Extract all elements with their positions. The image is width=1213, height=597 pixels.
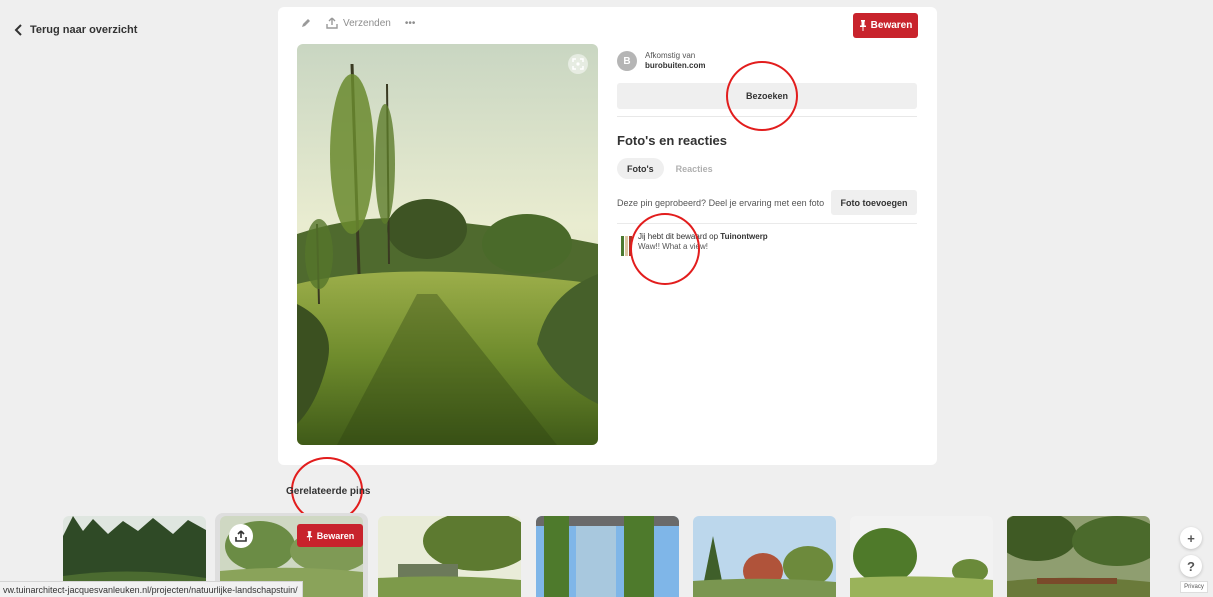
- back-to-overview-link[interactable]: Terug naar overzicht: [14, 24, 137, 36]
- pencil-icon: [302, 19, 310, 27]
- more-options-button[interactable]: •••: [405, 18, 416, 29]
- related-pin[interactable]: [536, 516, 679, 597]
- tab-photos[interactable]: Foto's: [617, 158, 664, 179]
- saved-prefix: Jij hebt dit bewaard op: [638, 232, 719, 241]
- add-photo-button[interactable]: Foto toevoegen: [831, 190, 917, 215]
- related-pin[interactable]: [1007, 516, 1150, 597]
- related-save-label: Bewaren: [316, 530, 355, 541]
- visual-search-button[interactable]: [568, 54, 588, 74]
- pin-note: Waw!! What a view!: [638, 242, 708, 251]
- related-pin[interactable]: [378, 516, 521, 597]
- related-pin[interactable]: [850, 516, 993, 597]
- woodland-garden-photo: [1007, 516, 1150, 597]
- border-garden-photo: [693, 516, 836, 597]
- send-label: Verzenden: [343, 17, 391, 29]
- board-thumbnail[interactable]: [621, 236, 632, 256]
- try-prompt: Deze pin geprobeerd? Deel je ervaring me…: [617, 198, 825, 208]
- activity-text: Jij hebt dit bewaard op Tuinontwerp Waw!…: [638, 232, 768, 256]
- pin-image[interactable]: [297, 44, 598, 445]
- photos-tabs: Foto's Reacties: [617, 158, 723, 179]
- status-bar-url: vw.tuinarchitect-jacquesvanleuken.nl/pro…: [0, 581, 303, 597]
- pin-icon: [859, 20, 866, 31]
- garden-photo: [297, 44, 598, 445]
- upload-icon: [235, 530, 247, 542]
- source-text: Afkomstig van burobuiten.com: [645, 51, 705, 71]
- edit-button[interactable]: [300, 17, 312, 29]
- send-button[interactable]: Verzenden: [326, 17, 391, 29]
- photos-section-title: Foto's en reacties: [617, 133, 728, 148]
- related-pins-title: Gerelateerde pins: [286, 486, 371, 497]
- back-link-label: Terug naar overzicht: [30, 24, 138, 36]
- saved-activity: Jij hebt dit bewaard op Tuinontwerp Waw!…: [621, 232, 768, 256]
- pergola-photo: [536, 516, 679, 597]
- source-info[interactable]: B Afkomstig van burobuiten.com: [617, 51, 705, 71]
- divider: [617, 116, 917, 117]
- pin-toolbar: Verzenden •••: [300, 17, 415, 29]
- avatar: B: [617, 51, 637, 71]
- save-pin-button[interactable]: Bewaren: [853, 13, 918, 38]
- pin-icon: [306, 530, 312, 541]
- save-pin-label: Bewaren: [870, 20, 913, 31]
- related-pin[interactable]: [693, 516, 836, 597]
- pin-card: Verzenden ••• Bewaren B Afkomstig van bu…: [278, 7, 937, 465]
- source-label: Afkomstig van: [645, 51, 696, 60]
- chevron-left-icon: [14, 24, 22, 36]
- help-button[interactable]: ?: [1180, 555, 1202, 577]
- more-icon: •••: [404, 17, 416, 29]
- lens-icon: [572, 58, 584, 70]
- divider: [617, 223, 917, 224]
- share-icon: [326, 17, 338, 29]
- tree-pavilion-photo: [378, 516, 521, 597]
- create-button[interactable]: +: [1180, 527, 1202, 549]
- board-name-link[interactable]: Tuinontwerp: [720, 232, 767, 241]
- visit-button[interactable]: Bezoeken: [617, 83, 917, 109]
- meadow-photo: [850, 516, 993, 597]
- share-button[interactable]: [229, 524, 253, 548]
- tab-reactions[interactable]: Reacties: [666, 158, 723, 179]
- source-domain[interactable]: burobuiten.com: [645, 61, 705, 71]
- related-save-button[interactable]: Bewaren: [297, 524, 363, 547]
- privacy-link[interactable]: Privacy: [1180, 581, 1208, 593]
